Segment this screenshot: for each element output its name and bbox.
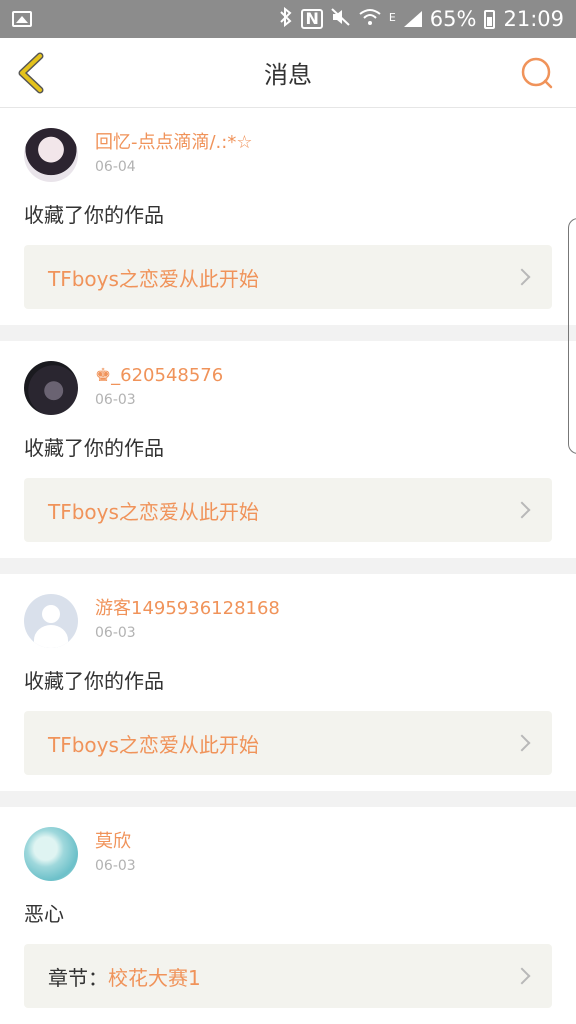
message-list: 回忆-点点滴滴/.:*☆ 06-04 收藏了你的作品 TFboys之恋爱从此开始… [0, 108, 576, 1024]
nav-bar: 消息 [0, 38, 576, 108]
message-item: 游客1495936128168 06-03 收藏了你的作品 TFboys之恋爱从… [0, 574, 576, 791]
search-icon [521, 57, 553, 89]
chevron-right-icon [513, 734, 531, 752]
message-date: 06-03 [95, 392, 136, 408]
avatar[interactable] [24, 361, 78, 415]
message-text: 收藏了你的作品 [24, 436, 164, 460]
username[interactable]: 莫欣 [95, 831, 136, 853]
work-link-card[interactable]: TFboys之恋爱从此开始 [24, 478, 552, 542]
message-text: 收藏了你的作品 [24, 669, 164, 693]
avatar[interactable] [24, 594, 78, 648]
message-item: 莫欣 06-03 恶心 章节： 校花大赛1 [0, 807, 576, 1024]
message-text: 收藏了你的作品 [24, 203, 164, 227]
gallery-icon [12, 11, 32, 27]
work-title: TFboys之恋爱从此开始 [48, 732, 259, 757]
message-item: 回忆-点点滴滴/.:*☆ 06-04 收藏了你的作品 TFboys之恋爱从此开始 [0, 108, 576, 325]
nfc-icon: N [301, 9, 323, 29]
battery-icon [484, 9, 496, 29]
avatar[interactable] [24, 827, 78, 881]
mute-icon [331, 7, 351, 31]
wifi-icon [359, 8, 381, 30]
edge-panel-handle[interactable] [568, 218, 576, 454]
chevron-left-icon [18, 52, 44, 94]
chapter-link-card[interactable]: 章节： 校花大赛1 [24, 944, 552, 1008]
message-item: ♚_620548576 06-03 收藏了你的作品 TFboys之恋爱从此开始 [0, 341, 576, 558]
username[interactable]: 游客1495936128168 [95, 598, 280, 620]
search-button[interactable] [520, 56, 554, 90]
chevron-right-icon [513, 501, 531, 519]
chevron-right-icon [513, 967, 531, 985]
username[interactable]: 回忆-点点滴滴/.:*☆ [95, 132, 252, 154]
message-date: 06-03 [95, 858, 136, 874]
signal-icon [403, 10, 422, 28]
username[interactable]: ♚_620548576 [95, 365, 223, 387]
chapter-title: 校花大赛1 [108, 965, 201, 990]
chapter-prefix: 章节： [48, 965, 108, 990]
message-text: 恶心 [24, 902, 64, 926]
work-link-card[interactable]: TFboys之恋爱从此开始 [24, 245, 552, 309]
status-bar: N E 65% 21:09 [0, 0, 576, 38]
work-title: TFboys之恋爱从此开始 [48, 499, 259, 524]
work-link-card[interactable]: TFboys之恋爱从此开始 [24, 711, 552, 775]
message-date: 06-03 [95, 625, 136, 641]
message-date: 06-04 [95, 159, 136, 175]
bluetooth-icon [279, 6, 293, 31]
battery-percentage: 65% [429, 7, 477, 31]
chevron-right-icon [513, 268, 531, 286]
back-button[interactable] [14, 52, 54, 94]
clock: 21:09 [503, 7, 564, 31]
page-title: 消息 [264, 61, 312, 89]
network-type-label: E [388, 11, 396, 24]
avatar[interactable] [24, 128, 78, 182]
work-title: TFboys之恋爱从此开始 [48, 266, 259, 291]
